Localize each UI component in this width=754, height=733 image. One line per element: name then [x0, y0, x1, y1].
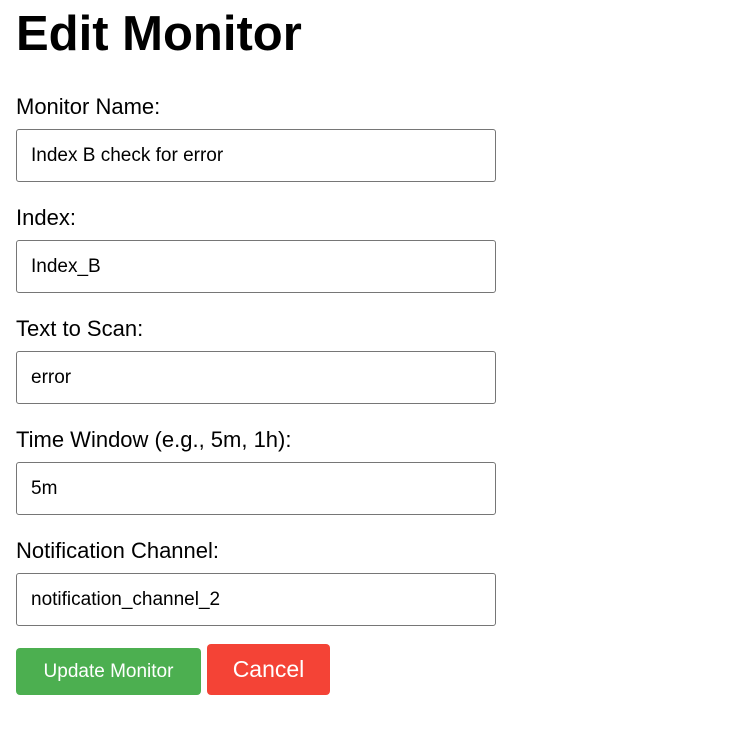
text-to-scan-group: Text to Scan: — [16, 316, 496, 404]
time-window-input[interactable] — [16, 462, 496, 515]
notification-channel-group: Notification Channel: — [16, 538, 496, 626]
page-title: Edit Monitor — [16, 7, 302, 61]
text-to-scan-label: Text to Scan: — [16, 316, 144, 341]
index-label: Index: — [16, 205, 76, 230]
monitor-name-group: Monitor Name: — [16, 94, 496, 182]
monitor-name-label: Monitor Name: — [16, 94, 161, 119]
cancel-button[interactable]: Cancel — [207, 644, 330, 695]
time-window-label: Time Window (e.g., 5m, 1h): — [16, 427, 292, 452]
update-monitor-button[interactable]: Update Monitor — [16, 648, 201, 695]
monitor-name-input[interactable] — [16, 129, 496, 182]
index-input[interactable] — [16, 240, 496, 293]
time-window-group: Time Window (e.g., 5m, 1h): — [16, 427, 496, 515]
notification-channel-input[interactable] — [16, 573, 496, 626]
text-to-scan-input[interactable] — [16, 351, 496, 404]
index-group: Index: — [16, 205, 496, 293]
notification-channel-label: Notification Channel: — [16, 538, 220, 563]
